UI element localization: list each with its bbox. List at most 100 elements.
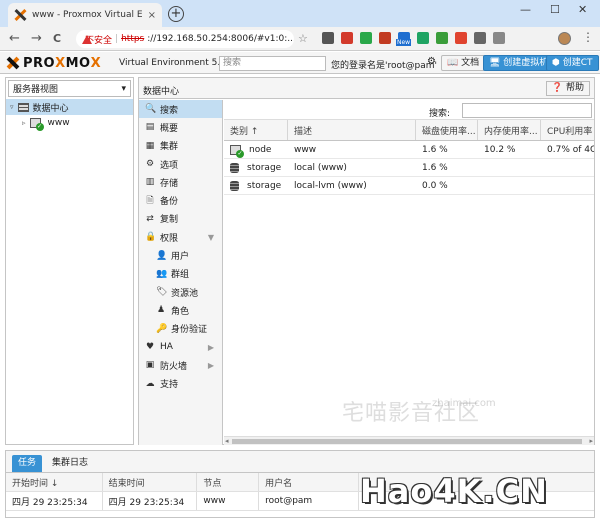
expand-icon[interactable]: ▿ xyxy=(10,103,14,111)
column-header-cpu[interactable]: CPU利用率 xyxy=(541,120,594,140)
row-type: storage xyxy=(224,177,288,194)
menu-item[interactable]: 🗎 备份 xyxy=(139,191,222,209)
tree-item-node[interactable]: ▹ www xyxy=(6,115,133,131)
column-header-end-time[interactable]: 结束时间 xyxy=(103,473,198,491)
user-info: 您的登录名是'root@pam' xyxy=(331,61,437,71)
table-row[interactable]: nodewww 1.6 % 10.2 % 0.7% of 4C... xyxy=(224,141,594,159)
menu-item-icon: ☁ xyxy=(145,378,155,389)
extension-icon[interactable] xyxy=(379,32,391,44)
menu-item[interactable]: 🏷 资源池 xyxy=(139,283,222,301)
column-header-memory[interactable]: 内存使用率... xyxy=(478,120,541,140)
expand-arrow-icon[interactable]: ▶ xyxy=(208,343,214,352)
menu-item[interactable]: ♥ HA ▶ xyxy=(139,338,222,356)
menu-item-label: HA xyxy=(160,342,173,352)
menu-item[interactable]: 🔒 权限 ▼ xyxy=(139,228,222,246)
extension-icon[interactable] xyxy=(322,32,334,44)
menu-item[interactable]: ▤ 概要 xyxy=(139,118,222,136)
column-header-node[interactable]: 节点 xyxy=(197,473,260,491)
profile-avatar[interactable] xyxy=(558,32,571,45)
tab-tasks[interactable]: 任务 xyxy=(12,455,43,472)
view-selector[interactable]: 服务器视图 ▾ xyxy=(8,80,131,97)
column-header-user[interactable]: 用户名 xyxy=(259,473,359,491)
back-icon[interactable]: ← xyxy=(9,31,20,46)
task-start-time: 四月 29 23:25:34 xyxy=(6,492,103,510)
menu-item-label: 用户 xyxy=(171,252,190,263)
task-node: www xyxy=(197,492,260,510)
horizontal-scrollbar[interactable]: ◂ ▸ xyxy=(224,436,594,445)
menu-item[interactable]: ⚙ 选项 xyxy=(139,155,222,173)
maximize-icon[interactable]: ☐ xyxy=(550,3,560,16)
row-description: local (www) xyxy=(294,162,347,173)
expand-icon[interactable]: ▹ xyxy=(22,119,26,127)
menu-item-label: 集群 xyxy=(160,142,179,153)
extension-icon[interactable] xyxy=(436,32,448,44)
tree-item-datacenter[interactable]: ▿ 数据中心 xyxy=(6,99,133,115)
separator: | xyxy=(115,34,119,44)
column-header-start-time[interactable]: 开始时间 ↓ xyxy=(6,473,103,491)
browser-tab[interactable]: www - Proxmox Virtual Environ × xyxy=(8,3,162,27)
extension-icon[interactable] xyxy=(455,32,467,44)
menu-item-icon: 🔑 xyxy=(156,323,168,334)
grid-search-input[interactable] xyxy=(462,103,592,118)
menu-item[interactable]: 👤 用户 xyxy=(139,246,222,264)
close-tab-icon[interactable]: × xyxy=(148,10,156,21)
column-header-type[interactable]: 类别 ↑ xyxy=(224,120,288,140)
extension-icon[interactable] xyxy=(493,32,505,44)
address-bar[interactable]: 不安全 | https://192.168.50.254:8006/#v1:0:… xyxy=(76,30,294,48)
task-end-time: 四月 29 23:25:34 xyxy=(103,492,198,510)
table-row[interactable]: storage local (www) 1.6 % xyxy=(224,159,594,177)
storage-icon xyxy=(230,162,239,173)
menu-item[interactable]: 👥 群组 xyxy=(139,265,222,283)
expand-arrow-icon[interactable]: ▼ xyxy=(208,233,214,242)
row-disk-usage: 0.0 % xyxy=(422,180,448,191)
create-vm-button[interactable]: 🖥 创建虚拟机 xyxy=(483,55,555,71)
new-tab-button[interactable]: + xyxy=(168,6,184,22)
docs-button[interactable]: 📖 文档 xyxy=(441,55,486,71)
create-ct-button[interactable]: ⬢ 创建CT xyxy=(546,55,599,71)
browser-toolbar: ← → C 不安全 | https://192.168.50.254:8006/… xyxy=(0,27,600,51)
menu-item[interactable]: 🔍 搜索 xyxy=(139,100,222,119)
row-memory-usage xyxy=(478,177,541,194)
browser-menu-icon[interactable]: ⋮ xyxy=(582,30,594,44)
menu-item[interactable]: ☁ 支持 xyxy=(139,374,222,392)
extension-icon[interactable] xyxy=(341,32,353,44)
proxmox-favicon-icon xyxy=(14,9,26,21)
scrollbar-thumb[interactable] xyxy=(232,439,582,444)
expand-arrow-icon[interactable]: ▶ xyxy=(208,361,214,370)
close-window-icon[interactable]: ✕ xyxy=(578,3,587,16)
datacenter-menu: 🔍 搜索 ▤ 概要 ▦ 集群 ⚙ 选项 ▥ 存储 🗎 备份 ⇄ 复制 🔒 权限 ▼ 👤 用户 👥 群组 🏷 资源池 ♟ 角色 🔑 身… xyxy=(139,100,223,445)
menu-item[interactable]: ▥ 存储 xyxy=(139,173,222,191)
menu-item-icon: ▥ xyxy=(145,177,155,188)
minimize-icon[interactable]: — xyxy=(520,3,531,16)
extension-new-icon[interactable] xyxy=(396,32,412,46)
menu-item[interactable]: ♟ 角色 xyxy=(139,301,222,319)
user-menu-gear-icon[interactable]: ⚙ xyxy=(427,56,436,67)
help-button[interactable]: ❓ 帮助 xyxy=(545,81,590,96)
column-header-description[interactable]: 描述 xyxy=(288,120,416,140)
column-header-disk[interactable]: 磁盘使用率... xyxy=(416,120,478,140)
scroll-left-icon[interactable]: ◂ xyxy=(225,437,229,445)
scroll-right-icon[interactable]: ▸ xyxy=(589,437,593,445)
menu-item[interactable]: ▦ 集群 xyxy=(139,137,222,155)
extension-icon[interactable] xyxy=(474,32,486,44)
menu-item[interactable]: 🔑 身份验证 xyxy=(139,320,222,338)
menu-item[interactable]: ⇄ 复制 xyxy=(139,210,222,228)
browser-tab-strip: www - Proxmox Virtual Environ × + — ☐ ✕ xyxy=(0,0,600,27)
menu-item-label: 支持 xyxy=(160,380,179,391)
menu-item-label: 防火墙 xyxy=(160,361,188,372)
reload-icon[interactable]: C xyxy=(53,31,61,46)
menu-item[interactable]: ▣ 防火墙 ▶ xyxy=(139,356,222,374)
menu-item-label: 选项 xyxy=(160,160,179,171)
forward-icon[interactable]: → xyxy=(31,31,42,46)
content-panel: 数据中心 ❓ 帮助 🔍 搜索 ▤ 概要 ▦ 集群 ⚙ 选项 ▥ 存储 🗎 备份 ⇄ 复制 🔒 权限 ▼ 👤 用户 👥 群… xyxy=(138,77,595,445)
extension-icon[interactable] xyxy=(360,32,372,44)
row-description: local-lvm (www) xyxy=(294,180,367,191)
grid-toolbar: 搜索: xyxy=(224,100,594,120)
tab-cluster-log[interactable]: 集群日志 xyxy=(46,455,94,472)
search-input[interactable]: 搜索 xyxy=(219,56,326,71)
task-user: root@pam xyxy=(259,492,359,510)
extension-icon[interactable] xyxy=(417,32,429,44)
watermark-site-url: zhaimai.com xyxy=(432,398,496,409)
bookmark-star-icon[interactable]: ☆ xyxy=(298,32,308,45)
table-row[interactable]: storage local-lvm (www) 0.0 % xyxy=(224,177,594,195)
